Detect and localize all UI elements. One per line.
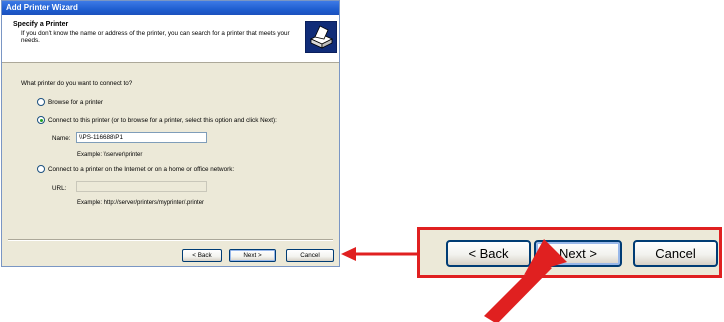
internet-option-label: Connect to a printer on the Internet or …: [48, 165, 235, 173]
zoomed-cancel-button[interactable]: Cancel: [633, 240, 718, 267]
connect-question: What printer do you want to connect to?: [21, 80, 133, 87]
window-title: Add Printer Wizard: [2, 1, 339, 15]
browse-option-label: Browse for a printer: [48, 98, 103, 106]
internet-radio[interactable]: [37, 165, 45, 173]
url-example: Example: http://server/printers/myprinte…: [77, 200, 205, 206]
back-button[interactable]: < Back: [182, 249, 222, 262]
url-input[interactable]: [76, 181, 207, 192]
wizard-header: Specify a Printer If you don't know the …: [2, 15, 339, 63]
printer-icon: [305, 21, 337, 53]
zoomed-back-button[interactable]: < Back: [446, 240, 531, 267]
connect-option[interactable]: Connect to this printer (or to browse fo…: [37, 116, 277, 124]
connector-arrow-head-icon: [341, 247, 356, 261]
connect-radio[interactable]: [37, 116, 45, 124]
browse-option[interactable]: Browse for a printer: [37, 98, 103, 106]
name-label: Name:: [52, 135, 71, 142]
internet-option[interactable]: Connect to a printer on the Internet or …: [37, 165, 234, 173]
add-printer-wizard-window: Add Printer Wizard Specify a Printer If …: [1, 0, 340, 267]
next-button[interactable]: Next >: [229, 249, 276, 262]
zoomed-next-button[interactable]: Next >: [534, 240, 622, 267]
name-input[interactable]: \\PS-116688\P1: [76, 132, 207, 143]
footer-divider: [8, 239, 333, 241]
connect-option-label: Connect to this printer (or to browse fo…: [48, 116, 277, 124]
browse-radio[interactable]: [37, 98, 45, 106]
name-example: Example: \\server\printer: [77, 152, 143, 158]
header-subtitle: If you don't know the name or address of…: [21, 30, 290, 45]
zoomed-buttons-panel: < Back Next > Cancel: [417, 227, 722, 278]
header-title: Specify a Printer: [13, 21, 69, 28]
cancel-button[interactable]: Cancel: [286, 249, 334, 262]
url-label: URL:: [52, 185, 67, 192]
